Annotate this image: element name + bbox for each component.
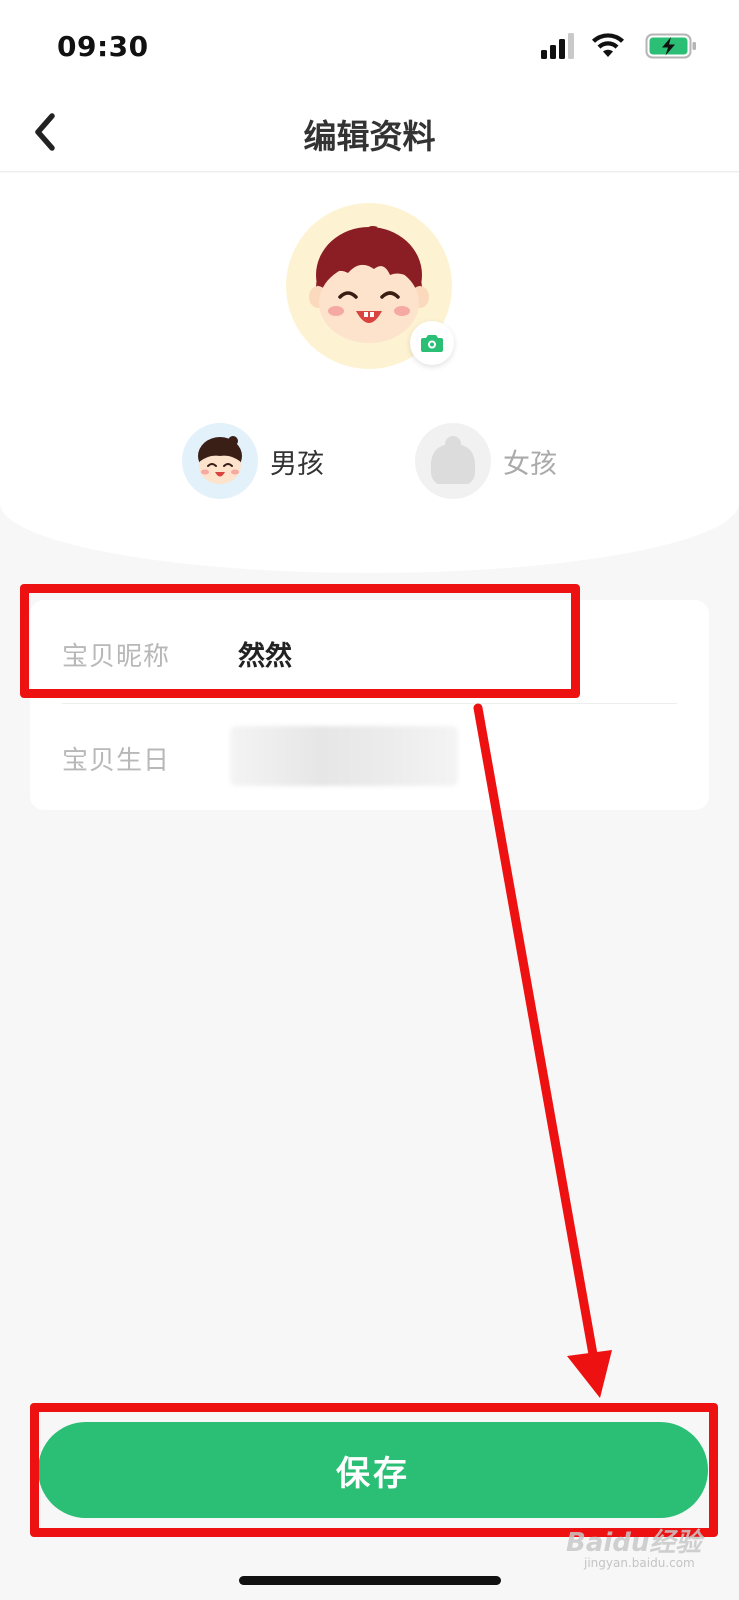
girl-face-graphic <box>430 436 476 484</box>
gender-option-boy[interactable]: 男孩 <box>182 423 324 499</box>
camera-icon <box>421 335 443 352</box>
nav-bar: 编辑资料 <box>0 92 739 172</box>
wifi-icon <box>592 33 624 57</box>
change-avatar-button[interactable] <box>410 321 454 365</box>
watermark-url: jingyan.baidu.com <box>584 1556 695 1570</box>
page-title: 编辑资料 <box>303 117 436 156</box>
gender-label-girl: 女孩 <box>503 448 557 480</box>
boy-face-graphic <box>198 436 242 484</box>
home-indicator <box>239 1576 501 1585</box>
status-time: 09:30 <box>57 30 149 63</box>
birthday-label: 宝贝生日 <box>62 746 171 776</box>
status-bar: 09:30 <box>0 0 739 92</box>
watermark-logo: Baidu经验 <box>566 1528 702 1558</box>
nickname-row[interactable]: 宝贝昵称 然然 <box>62 600 677 704</box>
girl-face-icon <box>415 423 491 499</box>
birthday-row[interactable]: 宝贝生日 <box>62 704 677 808</box>
birthday-value[interactable] <box>230 726 458 786</box>
boy-face-icon <box>182 423 258 499</box>
avatar[interactable] <box>286 203 454 369</box>
signal-icon <box>541 33 574 59</box>
nickname-label: 宝贝昵称 <box>62 642 171 672</box>
gender-option-girl[interactable]: 女孩 <box>415 423 557 499</box>
nickname-input[interactable]: 然然 <box>238 634 292 673</box>
save-button[interactable]: 保存 <box>38 1422 708 1518</box>
profile-form: 宝贝昵称 然然 宝贝生日 <box>30 600 709 810</box>
gender-label-boy: 男孩 <box>270 448 324 480</box>
profile-header: 男孩 女孩 <box>0 173 739 573</box>
battery-charging-icon <box>645 33 696 59</box>
